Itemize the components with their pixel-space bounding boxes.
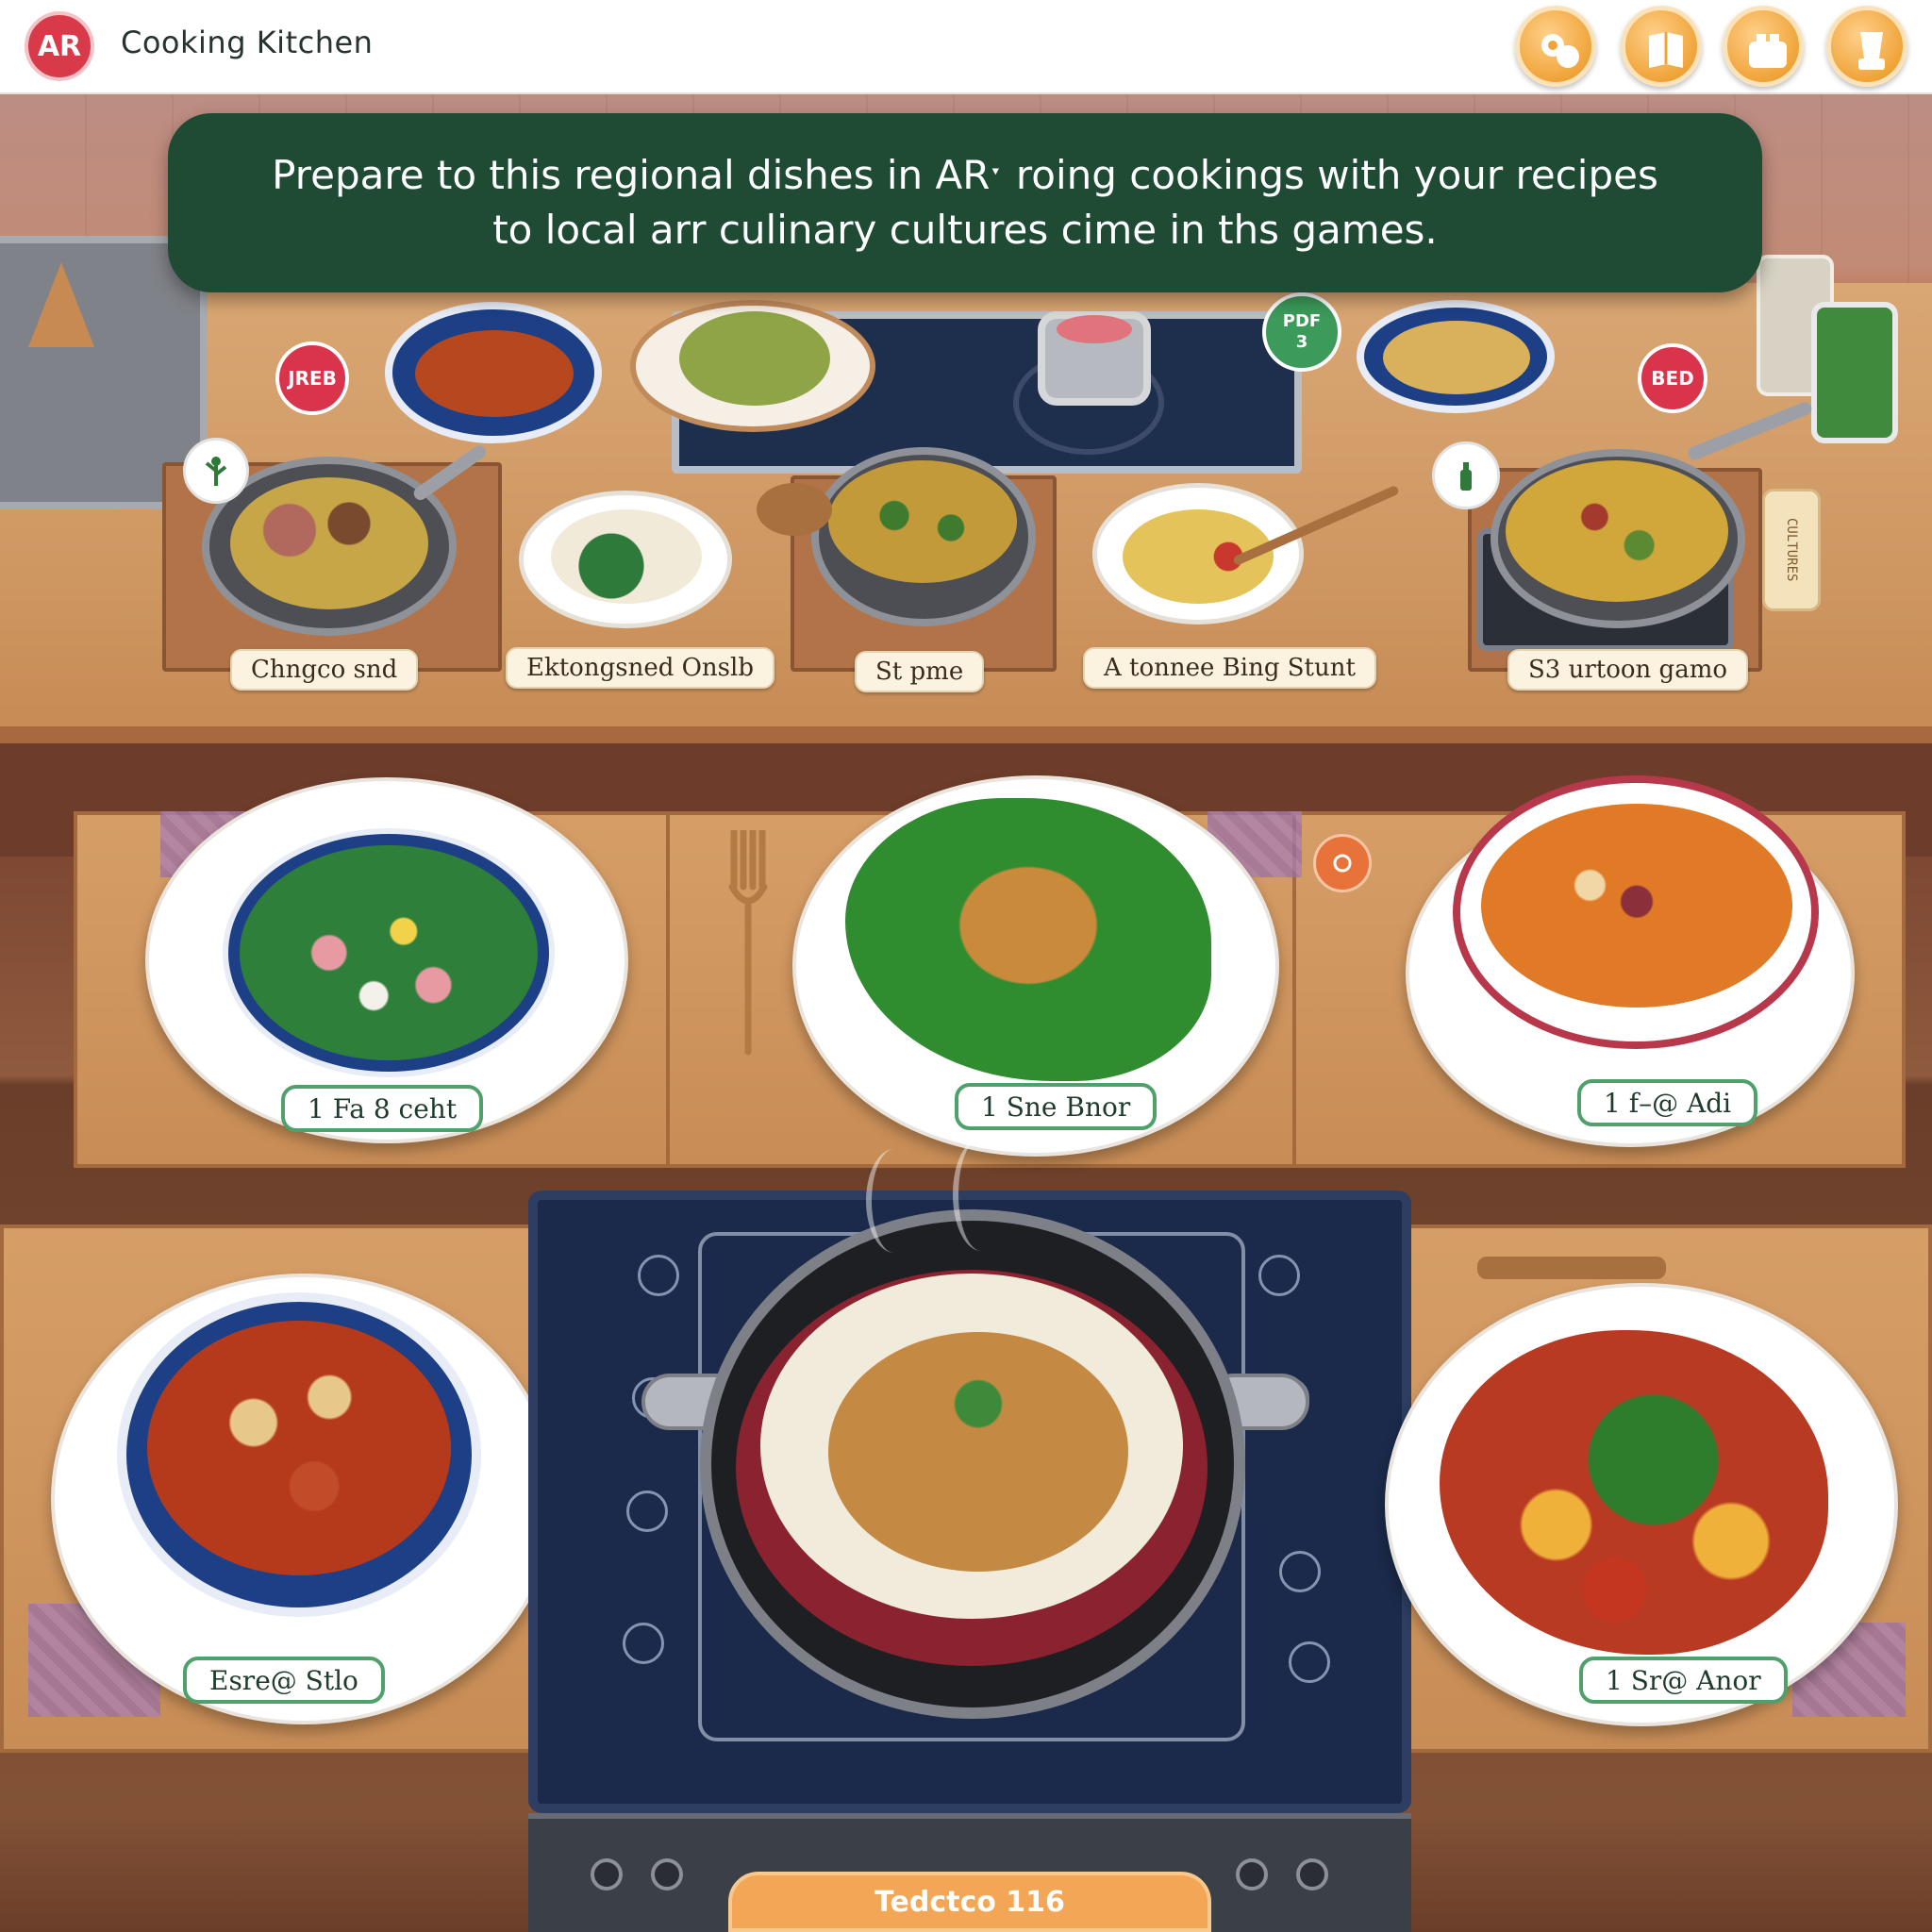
wooden-spoon	[1477, 1257, 1666, 1279]
oven-knob-2[interactable]	[651, 1858, 683, 1890]
counter-edge	[0, 726, 1932, 743]
cooktop-control-8[interactable]	[1289, 1641, 1330, 1683]
rear-bowl-left-soup	[415, 330, 574, 417]
toaster-icon	[1749, 34, 1787, 68]
rear-bowl-right-food	[1383, 321, 1530, 394]
toaster-button[interactable]	[1723, 6, 1804, 87]
kitchen-scene: AR Cooking Kitchen CULTURES JREB PDF 3 B…	[0, 0, 1932, 1932]
spice-label-text: CULTURES	[1784, 518, 1799, 582]
start-cooking-button[interactable]: Tedctco 116	[728, 1872, 1211, 1932]
counter-dish-label-4[interactable]: A tonnee Bing Stunt	[1083, 647, 1376, 689]
ingredients-button[interactable]	[1515, 6, 1596, 87]
instruction-banner: Prepare to this regional dishes in ARˑ r…	[168, 113, 1762, 292]
served-dish-3-food	[1481, 804, 1792, 1008]
fork-icon	[728, 830, 768, 1056]
counter-dish-label-1[interactable]: Chngco snd	[230, 649, 419, 691]
bottle-icon	[1460, 462, 1472, 491]
ar-marker-center[interactable]: PDF 3	[1262, 292, 1341, 372]
cooktop-control-3[interactable]	[626, 1491, 668, 1532]
order-token[interactable]	[1313, 834, 1372, 892]
served-dish-4-food	[147, 1321, 451, 1575]
order-token-icon	[1333, 854, 1352, 873]
app-title: Cooking Kitchen	[121, 25, 374, 60]
served-dish-label-3[interactable]: 1 f–@ Adi	[1577, 1079, 1758, 1126]
served-dish-label-4[interactable]: Esre@ Stlo	[183, 1657, 385, 1704]
herb-icon	[205, 457, 227, 486]
cooktop-control-5[interactable]	[1258, 1255, 1300, 1296]
ar-marker-left[interactable]: JREB	[275, 341, 349, 415]
served-dish-label-1[interactable]: 1 Fa 8 ceht	[281, 1085, 484, 1132]
steam-1	[866, 1149, 923, 1253]
recipe-book-icon	[1649, 32, 1683, 68]
counter-dish-label-2[interactable]: Ektongsned Onslb	[506, 647, 774, 689]
banner-line-1: Prepare to this regional dishes in ARˑ r…	[272, 152, 1658, 198]
pan-2-food	[1506, 460, 1728, 602]
blender-button[interactable]	[1826, 6, 1907, 87]
ar-marker-right[interactable]: BED	[1638, 343, 1707, 413]
top-bar: AR Cooking Kitchen	[0, 0, 1932, 94]
oven-knob-3[interactable]	[1236, 1858, 1268, 1890]
oven-knob-4[interactable]	[1296, 1858, 1328, 1890]
herb-marker-left[interactable]	[183, 438, 249, 504]
spice-label-card: CULTURES	[1762, 489, 1821, 611]
saute-pot-food	[828, 460, 1017, 583]
steam-2	[953, 1138, 1009, 1251]
oven-knob-1[interactable]	[591, 1858, 623, 1890]
served-dish-label-5[interactable]: 1 Sr@ Anor	[1579, 1657, 1788, 1704]
herb-jar	[1811, 302, 1898, 443]
prep-bowl-1-food	[551, 509, 702, 604]
pan-1-food	[230, 477, 428, 609]
herb-marker-right[interactable]	[1432, 441, 1500, 509]
ar-logo: AR	[25, 11, 94, 81]
cooktop-control-4[interactable]	[623, 1623, 664, 1664]
counter-dish-label-5[interactable]: S3 urtoon gamo	[1507, 649, 1749, 691]
counter-dish-label-3[interactable]: St pme	[855, 651, 985, 692]
cooktop-control-7[interactable]	[1279, 1551, 1321, 1592]
cooktop-control-1[interactable]	[638, 1255, 679, 1296]
blender-icon	[1858, 32, 1885, 70]
small-pot-food	[1057, 315, 1132, 343]
rear-plate-center-food	[679, 311, 830, 406]
recipe-book-button[interactable]	[1621, 6, 1702, 87]
banner-line-2: to local arr culinary cultures cime in t…	[492, 207, 1438, 253]
served-dish-1-food	[240, 845, 538, 1060]
served-dish-label-2[interactable]: 1 Sne Bnor	[955, 1083, 1158, 1130]
wooden-ladle	[757, 483, 832, 536]
ingredients-icon	[1541, 34, 1579, 68]
pot-curry-center	[828, 1332, 1128, 1572]
